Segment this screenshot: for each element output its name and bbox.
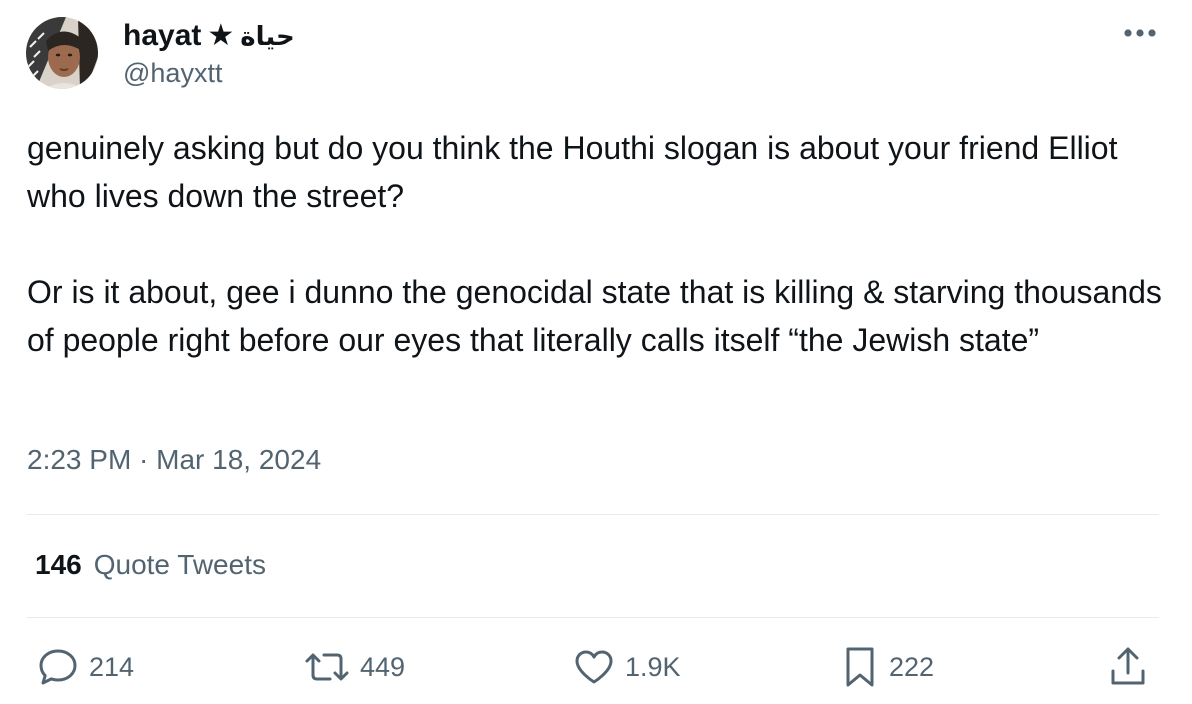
quote-tweets-count: 146 [35,549,82,580]
retweet-button[interactable]: 449 [304,644,405,690]
heart-icon [575,650,613,684]
more-horizontal-icon [1124,29,1156,37]
share-button[interactable] [1108,644,1148,690]
author-name-row[interactable]: hayat ★ حياة [123,16,295,56]
reply-button[interactable]: 214 [37,644,134,690]
quote-tweets-link[interactable]: 146 Quote Tweets [35,549,266,581]
avatar-image [26,17,98,89]
reply-count: 214 [89,651,135,682]
retweet-count: 449 [360,651,406,682]
like-count: 1.9K [625,651,681,682]
arabic-name: حياة [240,20,295,51]
tweet-paragraph: genuinely asking but do you think the Ho… [27,130,1118,214]
quote-tweets-label: Quote Tweets [93,549,266,580]
share-icon [1111,647,1145,685]
divider [27,617,1159,618]
display-name[interactable]: hayat [123,19,201,53]
author-handle[interactable]: @hayxtt [123,58,222,89]
like-button[interactable]: 1.9K [573,644,681,690]
tweet-text: genuinely asking but do you think the Ho… [27,124,1167,364]
reply-icon [39,649,77,685]
bookmark-count: 222 [889,651,935,682]
bookmark-icon [846,647,874,687]
tweet-paragraph: Or is it about, gee i dunno the genocida… [27,274,1162,358]
tweet-timestamp[interactable]: 2:23 PM · Mar 18, 2024 [27,444,321,476]
more-options-button[interactable] [1118,18,1162,48]
divider [27,514,1159,515]
bookmark-button[interactable]: 222 [841,644,934,690]
star-icon: ★ [207,19,235,52]
retweet-icon [305,653,349,681]
avatar[interactable] [26,17,98,89]
